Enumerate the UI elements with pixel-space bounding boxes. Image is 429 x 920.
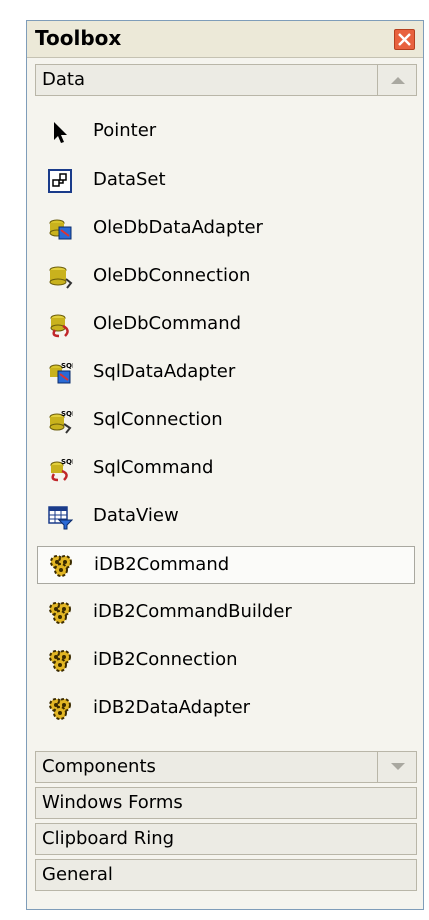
oledb-connection-icon — [49, 266, 73, 289]
toolbox-item-label: DataView — [93, 505, 179, 526]
gear-icon — [49, 602, 71, 624]
toolbox-item-oledbdataadapter[interactable]: OleDbDataAdapter — [37, 210, 415, 248]
toolbox-item-idb2dataadapter[interactable]: iDB2DataAdapter — [37, 690, 415, 728]
section-general[interactable]: General — [35, 859, 417, 891]
toolbox-item-sqlcommand[interactable]: SQL SqlCommand — [37, 450, 415, 488]
toolbox-item-label: OleDbCommand — [93, 313, 242, 334]
gear-icon — [49, 650, 71, 672]
section-general-label: General — [42, 864, 113, 885]
sql-data-adapter-icon: SQL — [49, 362, 73, 384]
toolbox-title: Toolbox — [35, 26, 122, 50]
toolbox-item-idb2command[interactable]: iDB2Command — [37, 546, 415, 584]
gear-icon — [49, 698, 71, 720]
toolbox-item-sqlconnection[interactable]: SQL SqlConnection — [37, 402, 415, 440]
toolbox-titlebar: Toolbox — [27, 21, 423, 58]
toolbox-item-label: OleDbDataAdapter — [93, 217, 263, 238]
oledb-command-icon — [50, 314, 69, 338]
pointer-arrow-icon — [54, 122, 67, 143]
toolbox-item-pointer[interactable]: Pointer — [37, 113, 415, 151]
sql-connection-icon: SQL — [49, 410, 73, 434]
toolbox-item-dataview[interactable]: DataView — [37, 498, 415, 536]
section-clipboard-ring-label: Clipboard Ring — [42, 828, 175, 849]
toolbox-item-label: Pointer — [93, 120, 157, 141]
dataset-icon — [48, 169, 72, 193]
section-windows-forms-label: Windows Forms — [42, 792, 183, 813]
svg-text:SQL: SQL — [61, 410, 73, 418]
toolbox-item-label: SqlCommand — [93, 457, 214, 478]
toolbox-item-label: DataSet — [93, 169, 166, 190]
section-clipboard-ring[interactable]: Clipboard Ring — [35, 823, 417, 855]
oledb-data-adapter-icon — [49, 219, 72, 240]
section-components-label: Components — [42, 756, 156, 777]
toolbox-item-label: SqlConnection — [93, 409, 223, 430]
close-icon — [398, 33, 411, 46]
chevron-down-icon — [391, 763, 405, 770]
toolbox-item-oledbcommand[interactable]: OleDbCommand — [37, 306, 415, 344]
toolbox-item-label: iDB2Connection — [93, 649, 238, 670]
svg-text:SQL: SQL — [61, 458, 73, 466]
toolbox-item-idb2connection[interactable]: iDB2Connection — [37, 642, 415, 680]
section-data[interactable]: Data — [35, 64, 417, 96]
toolbox-item-label: SqlDataAdapter — [93, 361, 236, 382]
section-components[interactable]: Components — [35, 751, 417, 783]
toolbox-item-label: iDB2DataAdapter — [93, 697, 251, 718]
gear-icon — [50, 555, 72, 577]
close-button[interactable] — [394, 29, 415, 50]
section-data-label: Data — [42, 69, 85, 90]
toolbox-item-dataset[interactable]: DataSet — [37, 162, 415, 200]
svg-text:SQL: SQL — [61, 362, 73, 370]
toolbox-item-sqldataadapter[interactable]: SQL SqlDataAdapter — [37, 354, 415, 392]
scroll-down-button[interactable] — [377, 751, 417, 783]
chevron-up-icon — [391, 77, 405, 84]
toolbox-item-label: iDB2Command — [94, 554, 230, 575]
toolbox-item-oledbconnection[interactable]: OleDbConnection — [37, 258, 415, 296]
toolbox-item-label: OleDbConnection — [93, 265, 251, 286]
toolbox-item-label: iDB2CommandBuilder — [93, 601, 292, 622]
scroll-up-button[interactable] — [377, 64, 417, 96]
toolbox-panel: Toolbox Data Pointer DataSet OleDbDataAd… — [26, 20, 424, 910]
toolbox-item-idb2commandbuilder[interactable]: iDB2CommandBuilder — [37, 594, 415, 632]
dataview-icon — [48, 506, 73, 530]
sql-command-icon: SQL — [50, 458, 73, 482]
section-windows-forms[interactable]: Windows Forms — [35, 787, 417, 819]
